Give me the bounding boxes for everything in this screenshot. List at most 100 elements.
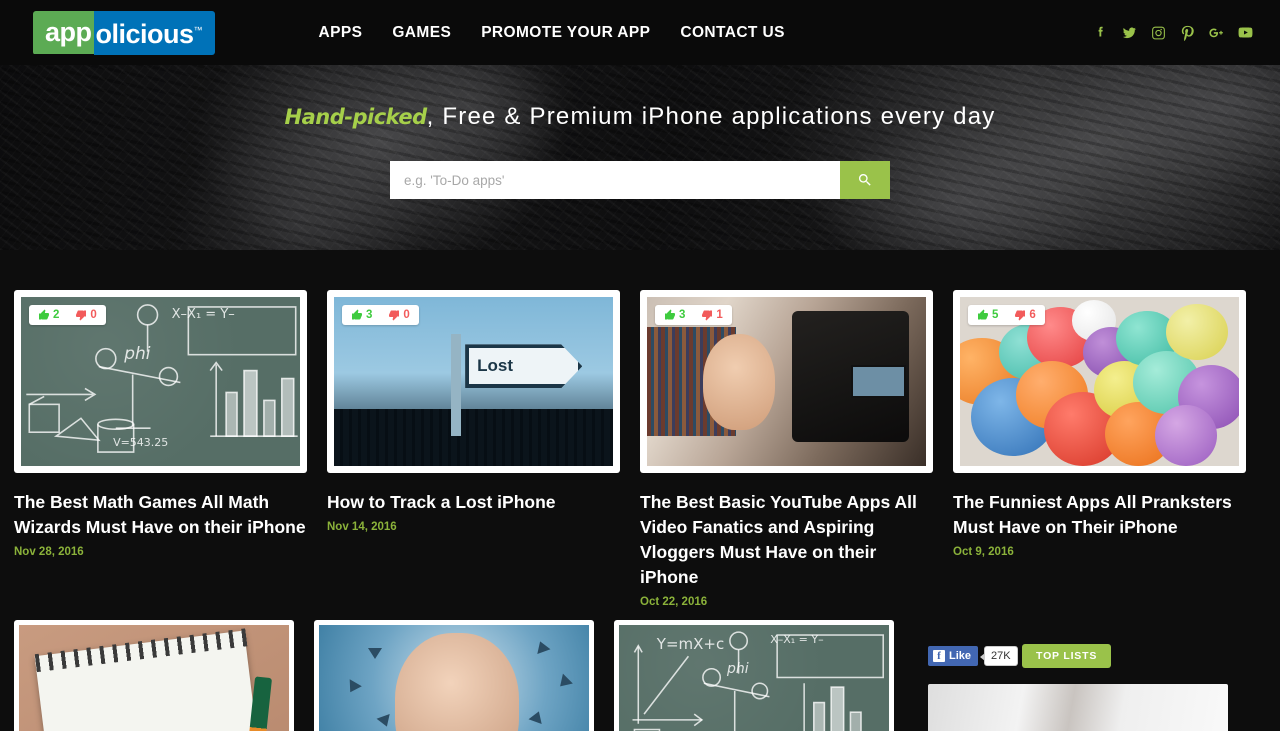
vote-down-count: 0	[90, 309, 97, 321]
facebook-icon[interactable]	[1092, 24, 1109, 41]
twitter-icon[interactable]	[1121, 24, 1138, 41]
vote-up-count: 2	[53, 309, 60, 321]
chalkboard-math-image: X–X₁ = Y– phi V=543.25 2 0	[21, 297, 300, 466]
site-logo[interactable]: app olicious™	[33, 10, 215, 55]
vote-down-count: 1	[716, 309, 723, 321]
chalk-drawings	[632, 631, 884, 731]
card-image-frame: X–X₁ = Y– phi V=543.25 2 0	[14, 290, 307, 473]
hero-banner: Hand-picked, Free & Premium iPhone appli…	[0, 65, 1280, 250]
featured-card[interactable]: X–X₁ = Y– phi V=543.25 2 0 The Best Math…	[14, 290, 307, 608]
vlogger-face	[702, 334, 775, 431]
vote-up[interactable]: 5	[977, 309, 998, 321]
nav-item-games[interactable]: GAMES	[392, 24, 451, 42]
trademark-symbol: ™	[193, 25, 203, 35]
balloon	[1166, 303, 1228, 360]
googleplus-icon[interactable]	[1208, 24, 1225, 41]
vote-up-count: 3	[679, 309, 686, 321]
hero-tagline-highlight: Hand-picked	[284, 105, 428, 129]
featured-cards-grid: X–X₁ = Y– phi V=543.25 2 0 The Best Math…	[0, 250, 1280, 608]
card-title[interactable]: The Best Math Games All Math Wizards Mus…	[14, 490, 307, 540]
search-form	[390, 161, 890, 199]
triangle-shape	[376, 713, 394, 730]
nav-item-promote-your-app[interactable]: PROMOTE YOUR APP	[481, 24, 650, 42]
thumbs-up-icon	[978, 309, 988, 320]
search-input[interactable]	[390, 161, 840, 199]
lost-signpost-image: Lost 3 0	[334, 297, 613, 466]
featured-card[interactable]: 5 6 The Funniest Apps All Pranksters Mus…	[953, 290, 1246, 608]
lost-sign: Lost	[465, 344, 583, 389]
top-lists-badge[interactable]: TOP LISTS	[1022, 644, 1112, 668]
site-header: app olicious™ APPS GAMES PROMOTE YOUR AP…	[0, 0, 1280, 65]
sidebar-thumbnail-image[interactable]	[928, 684, 1228, 731]
vote-badge: 5 6	[968, 305, 1045, 325]
vlogger-camera-image: 3 1	[647, 297, 926, 466]
card-date: Nov 14, 2016	[327, 521, 397, 533]
nav-item-apps[interactable]: APPS	[319, 24, 363, 42]
card-image-frame: 5 6	[953, 290, 1246, 473]
lower-card[interactable]: Y=mX+c phi X–X₁ = Y–	[614, 620, 894, 731]
chalkboard-equation-image: Y=mX+c phi X–X₁ = Y–	[619, 625, 889, 731]
man-face	[394, 632, 519, 731]
instagram-icon[interactable]	[1150, 24, 1167, 41]
social-links	[1092, 24, 1254, 41]
card-title[interactable]: How to Track a Lost iPhone	[327, 490, 620, 515]
facebook-like-button[interactable]: f Like	[928, 646, 979, 666]
card-title[interactable]: The Best Basic YouTube Apps All Video Fa…	[640, 490, 933, 590]
thumbs-down-icon	[389, 310, 400, 321]
triangle-shape	[367, 648, 382, 660]
pinterest-icon[interactable]	[1179, 24, 1196, 41]
search-icon	[858, 173, 871, 186]
vote-up-count: 3	[366, 309, 373, 321]
card-date: Oct 9, 2016	[953, 546, 1014, 558]
facebook-icon: f	[933, 650, 945, 662]
nav-item-contact-us[interactable]: CONTACT US	[680, 24, 784, 42]
facebook-like-label: Like	[949, 650, 972, 662]
card-date: Oct 22, 2016	[640, 596, 708, 608]
vote-up[interactable]: 3	[351, 309, 372, 321]
search-submit-button[interactable]	[840, 161, 890, 199]
vote-down-count: 6	[1029, 309, 1036, 321]
vote-down-count: 0	[403, 309, 410, 321]
vote-up-count: 5	[992, 309, 999, 321]
card-date: Nov 28, 2016	[14, 546, 84, 558]
thumbs-down-icon	[1015, 310, 1026, 321]
tree-silhouettes	[334, 408, 613, 466]
card-image-frame: 3 1	[640, 290, 933, 473]
thumbs-up-icon	[39, 309, 49, 320]
thumbs-down-icon	[76, 310, 87, 321]
vote-down[interactable]: 0	[75, 309, 97, 321]
lower-card[interactable]	[14, 620, 294, 731]
balloon	[1155, 405, 1217, 466]
hero-tagline: Hand-picked, Free & Premium iPhone appli…	[0, 103, 1280, 131]
lower-card[interactable]	[314, 620, 594, 731]
thumbs-up-icon	[352, 309, 362, 320]
camera-screen	[850, 364, 907, 399]
main-navigation: APPS GAMES PROMOTE YOUR APP CONTACT US	[319, 24, 785, 42]
thumbs-down-icon	[702, 310, 713, 321]
card-image-frame: Lost 3 0	[327, 290, 620, 473]
vote-down[interactable]: 1	[701, 309, 723, 321]
vote-badge: 2 0	[29, 305, 106, 325]
facebook-like-count[interactable]: 27K	[980, 646, 1018, 666]
lower-cards-grid: Y=mX+c phi X–X₁ = Y–	[14, 620, 894, 731]
lower-section: Y=mX+c phi X–X₁ = Y– f Like 27K TOP LIST…	[0, 608, 1280, 731]
triangle-shape	[554, 673, 573, 692]
youtube-icon[interactable]	[1237, 24, 1254, 41]
featured-card[interactable]: 3 1 The Best Basic YouTube Apps All Vide…	[640, 290, 933, 608]
triangle-shape	[528, 708, 546, 724]
todo-notepad-image	[19, 625, 289, 731]
card-title[interactable]: The Funniest Apps All Pranksters Must Ha…	[953, 490, 1246, 540]
vote-down[interactable]: 6	[1014, 309, 1036, 321]
vote-badge: 3 1	[655, 305, 732, 325]
featured-card[interactable]: Lost 3 0 How to Track a Lost iPhone Nov …	[327, 290, 620, 608]
triangle-shape	[344, 679, 362, 696]
vote-up[interactable]: 2	[38, 309, 59, 321]
hero-content: Hand-picked, Free & Premium iPhone appli…	[0, 65, 1280, 199]
vote-up[interactable]: 3	[664, 309, 685, 321]
logo-text-app: app	[33, 11, 94, 54]
colorful-balloons-image: 5 6	[960, 297, 1239, 466]
vote-down[interactable]: 0	[388, 309, 410, 321]
logo-text-olicious: olicious™	[93, 10, 215, 55]
thumbs-up-icon	[665, 309, 675, 320]
hero-tagline-rest: , Free & Premium iPhone applications eve…	[426, 103, 996, 130]
